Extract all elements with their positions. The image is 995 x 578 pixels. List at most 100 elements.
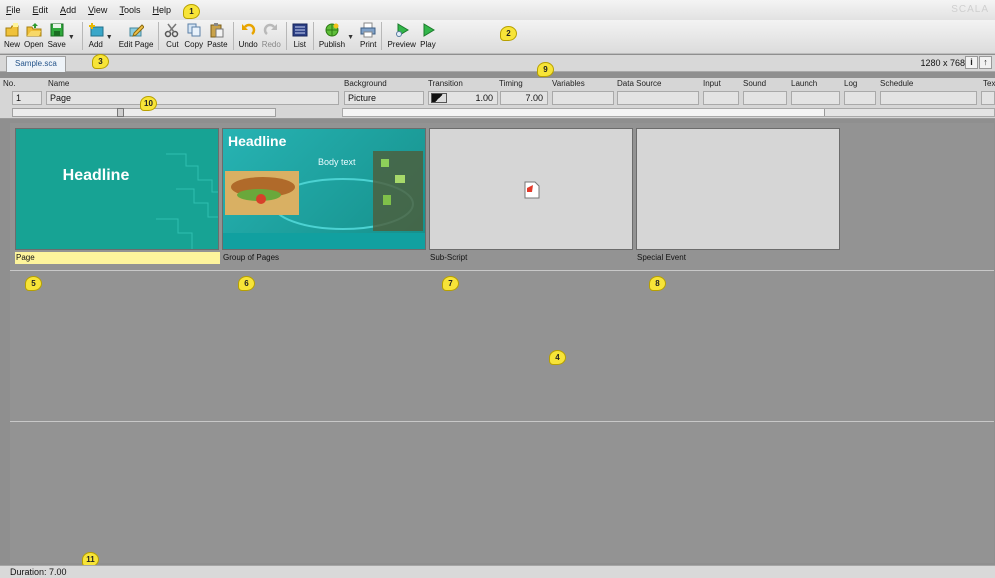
log-field[interactable]: [844, 91, 876, 105]
callout-5: 5: [25, 276, 42, 291]
callout-2: 2: [500, 26, 517, 41]
resolution-label: 1280 x 768: [920, 58, 965, 68]
save-button[interactable]: Save: [48, 20, 66, 49]
callout-6: 6: [238, 276, 255, 291]
toolbar-separator: [381, 22, 383, 50]
group-collage-image: [223, 151, 425, 249]
page-thumbnail-pattern: [156, 153, 218, 249]
col-name[interactable]: Name: [48, 79, 69, 88]
page-thumbnail[interactable]: Headline: [15, 128, 219, 250]
transition-swatch-icon: [431, 93, 447, 103]
arrow-up-icon: ↑: [983, 57, 988, 67]
menu-bar: File Edit Add View Tools Help SCALA: [0, 0, 995, 20]
callout-8: 8: [649, 276, 666, 291]
row-number-field[interactable]: 1: [12, 91, 42, 105]
row-divider: [10, 270, 994, 271]
preview-button[interactable]: Preview: [387, 20, 416, 49]
print-icon: [360, 22, 376, 38]
menu-edit[interactable]: Edit: [33, 5, 49, 15]
open-button[interactable]: Open: [24, 20, 44, 49]
launch-field[interactable]: [791, 91, 840, 105]
status-bar: Duration: 7.00: [0, 565, 995, 578]
col-sound[interactable]: Sound: [743, 79, 766, 88]
col-no[interactable]: No.: [3, 79, 15, 88]
zoom-slider-thumb[interactable]: [117, 108, 124, 117]
page-thumbnail-label[interactable]: Page: [15, 252, 220, 264]
variables-field[interactable]: [552, 91, 614, 105]
publish-button[interactable]: Publish: [319, 20, 345, 49]
sound-field[interactable]: [743, 91, 787, 105]
preview-play-icon: [395, 23, 409, 37]
col-schedule[interactable]: Schedule: [880, 79, 913, 88]
callout-10: 10: [140, 96, 157, 111]
transition-field[interactable]: 1.00: [428, 91, 498, 105]
col-timing[interactable]: Timing: [499, 79, 523, 88]
info-icon: i: [970, 57, 973, 67]
menu-help[interactable]: Help: [152, 5, 171, 15]
edit-page-button[interactable]: Edit Page: [119, 20, 153, 49]
text-field[interactable]: [981, 91, 995, 105]
info-button[interactable]: i: [965, 56, 978, 69]
list-button[interactable]: List: [292, 20, 308, 49]
special-event-label[interactable]: Special Event: [636, 252, 841, 264]
column-scrollbar-thumb[interactable]: [343, 109, 825, 116]
add-button[interactable]: Add: [88, 20, 104, 49]
timing-field[interactable]: 7.00: [500, 91, 548, 105]
column-header-row: No. Name Background Transition Timing Va…: [0, 78, 995, 90]
save-icon: [50, 23, 64, 37]
toolbar-separator: [312, 22, 314, 50]
schedule-field[interactable]: [880, 91, 977, 105]
menu-view[interactable]: View: [88, 5, 107, 15]
save-dropdown-icon[interactable]: ▼: [68, 34, 75, 41]
toolbar-separator: [285, 22, 287, 50]
col-input[interactable]: Input: [703, 79, 721, 88]
col-launch[interactable]: Launch: [791, 79, 817, 88]
paste-button[interactable]: Paste: [207, 20, 228, 49]
undo-button[interactable]: Undo: [239, 20, 258, 49]
play-button[interactable]: Play: [420, 20, 436, 49]
group-of-pages-thumbnail[interactable]: Headline Body text: [222, 128, 426, 250]
col-transition[interactable]: Transition: [428, 79, 463, 88]
callout-3: 3: [92, 54, 109, 69]
print-button[interactable]: Print: [360, 20, 376, 49]
menu-file[interactable]: File: [6, 5, 21, 15]
col-data-source[interactable]: Data Source: [617, 79, 661, 88]
publish-dropdown-icon[interactable]: ▼: [347, 34, 354, 41]
page-name-field[interactable]: Page: [46, 91, 339, 105]
up-level-button[interactable]: ↑: [979, 56, 992, 69]
row-divider: [10, 421, 994, 422]
copy-icon: [187, 23, 201, 37]
new-button[interactable]: New: [4, 20, 20, 49]
input-field[interactable]: [703, 91, 739, 105]
menu-tools[interactable]: Tools: [119, 5, 140, 15]
list-icon: [292, 23, 308, 37]
open-folder-icon: [26, 23, 42, 37]
sub-script-thumbnail[interactable]: [429, 128, 633, 250]
group-of-pages-label[interactable]: Group of Pages: [222, 252, 427, 264]
background-field[interactable]: Picture: [344, 91, 424, 105]
callout-9: 9: [537, 62, 554, 77]
menu-add[interactable]: Add: [60, 5, 76, 15]
add-dropdown-icon[interactable]: ▼: [106, 34, 113, 41]
copy-button[interactable]: Copy: [184, 20, 203, 49]
undo-icon: [242, 23, 256, 35]
data-source-field[interactable]: [617, 91, 699, 105]
col-variables[interactable]: Variables: [552, 79, 585, 88]
callout-4: 4: [549, 350, 566, 365]
sub-script-label[interactable]: Sub-Script: [429, 252, 634, 264]
cut-button[interactable]: Cut: [164, 20, 180, 49]
toolbar-separator: [81, 22, 83, 50]
redo-icon: [264, 23, 278, 35]
col-log[interactable]: Log: [844, 79, 857, 88]
paste-clipboard-icon: [210, 23, 224, 38]
publish-globe-icon: [325, 23, 339, 37]
tab-sample-sca[interactable]: Sample.sca: [6, 56, 66, 72]
col-text[interactable]: Text: [983, 79, 995, 88]
duration-label: Duration: 7.00: [10, 567, 67, 577]
main-toolbar: New Open Save ▼ Add ▼ Edit Page Cut Copy…: [0, 20, 995, 54]
callout-7: 7: [442, 276, 459, 291]
special-event-thumbnail[interactable]: [636, 128, 840, 250]
column-scrollbar[interactable]: [342, 108, 995, 117]
col-background[interactable]: Background: [344, 79, 387, 88]
redo-button[interactable]: Redo: [262, 20, 281, 49]
